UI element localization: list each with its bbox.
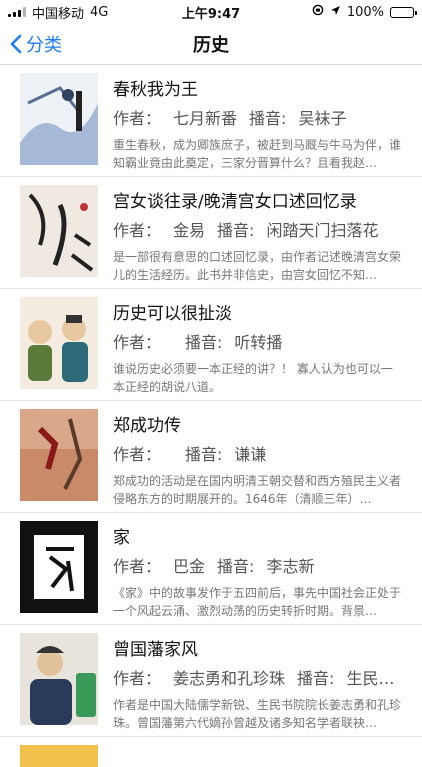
cellular-signal-icon [8,7,26,17]
author-label: 作者： 七月新番 [113,109,238,128]
author-label: 作者： [113,333,162,352]
author-label: 作者： 金易 [113,221,206,240]
book-narrator: 听转播 [234,333,283,352]
book-cover-image [20,409,98,501]
book-narrator: 谦谦 [234,445,267,464]
book-narrator: 闲踏天门扫落花 [266,221,379,240]
narrator-label: 播音: 闲踏天门扫落花 [217,221,379,240]
narrator-label: 播音: 李志新 [217,557,315,576]
narrator-label: 播音: 听转播 [185,333,283,352]
book-author: 姜志勇和孔珍珠 [173,669,286,688]
narrator-label: 播音: 吴袜子 [249,109,347,128]
book-title: 家 [113,528,130,548]
book-description: 谁说历史必须要一本正经的讲？！ 寡人认为也可以一本正经的胡说八道。 [113,362,393,394]
network-label: 4G [90,4,109,20]
back-button[interactable]: 分类 [0,31,62,57]
book-description: 是一部很有意思的口述回忆录，由作者记述晚清宫女荣儿的生活经历。此书并非信史，由宫… [113,250,402,282]
book-item[interactable] [0,737,422,767]
battery-percent: 100% [346,4,384,20]
book-item[interactable]: 郑成功传 作者： 播音: 谦谦 郑成功的活动是在国内明清王朝交替和西方殖民主义者侵略… [0,401,422,513]
book-narrator: 吴袜子 [298,109,347,128]
status-bar: 中国移动 4G 上午9:47 100% [0,0,422,24]
book-cover-image [20,633,98,725]
nav-bar: 分类 历史 [0,24,422,65]
book-description: 郑成功的活动是在国内明清王朝交替和西方殖民主义者侵略东方的时期展开的。1646年… [113,474,402,506]
book-list: 春秋我为王 作者： 七月新番 播音: 吴袜子 重生春秋，成为卿族庶子，被赶到马厩与牛马… [0,65,422,767]
book-cover-image [20,745,98,767]
book-item[interactable]: 春秋我为王 作者： 七月新番 播音: 吴袜子 重生春秋，成为卿族庶子，被赶到马厩与牛马… [0,65,422,177]
book-title: 宫女谈往录/晚清宫女口述回忆录 [113,192,357,212]
book-description: 作者是中国大陆儒学新锐、生民书院院长姜志勇和孔珍珠。曾国藩第六代嫡孙曾越及诸多知… [113,698,402,730]
author-label: 作者： [113,445,162,464]
back-label: 分类 [26,35,62,56]
battery-icon [390,6,417,18]
book-cover-image [20,297,98,389]
book-cover-image [20,521,98,613]
book-item[interactable]: 家 作者： 巴金 播音: 李志新 《家》中的故事发作于五四前后，事先中国社会正处于一个… [0,513,422,625]
book-description: 重生春秋，成为卿族庶子，被赶到马厩与牛马为伴，谁知霸业竟由此奠定，三家分晋算什么… [113,138,402,170]
book-item[interactable]: 宫女谈往录/晚清宫女口述回忆录 作者： 金易 播音: 闲踏天门扫落花 是一部很有意思的… [0,177,422,289]
page-title: 历史 [193,35,229,56]
carrier-label: 中国移动 [32,6,85,22]
book-title: 郑成功传 [113,416,181,436]
author-label: 作者： 姜志勇和孔珍珠 [113,669,286,688]
author-label: 作者： 巴金 [113,557,206,576]
orientation-lock-icon [312,4,324,20]
book-title: 春秋我为王 [113,80,198,100]
book-narrator: 李志新 [266,557,315,576]
chevron-left-icon [10,34,22,54]
book-narrator: 生民… [346,669,395,688]
book-author: 金易 [173,221,206,240]
book-description: 《家》中的故事发作于五四前后，事先中国社会正处于一个风起云涌、激烈动荡的历史转折… [113,586,402,618]
narrator-label: 播音: 生民… [297,669,395,688]
book-author: 巴金 [173,557,206,576]
book-title: 历史可以很扯淡 [113,304,232,324]
book-cover-image [20,73,98,165]
book-item[interactable]: 历史可以很扯淡 作者： 播音: 听转播 谁说历史必须要一本正经的讲？！ 寡人认为也可… [0,289,422,401]
book-title: 曾国藩家风 [113,640,198,660]
narrator-label: 播音: 谦谦 [185,445,267,464]
book-author: 七月新番 [173,109,238,128]
book-item[interactable]: 曾国藩家风 作者： 姜志勇和孔珍珠 播音: 生民… 作者是中国大陆儒学新锐、生民书院院… [0,625,422,737]
location-icon [330,5,341,20]
book-cover-image [20,185,98,277]
